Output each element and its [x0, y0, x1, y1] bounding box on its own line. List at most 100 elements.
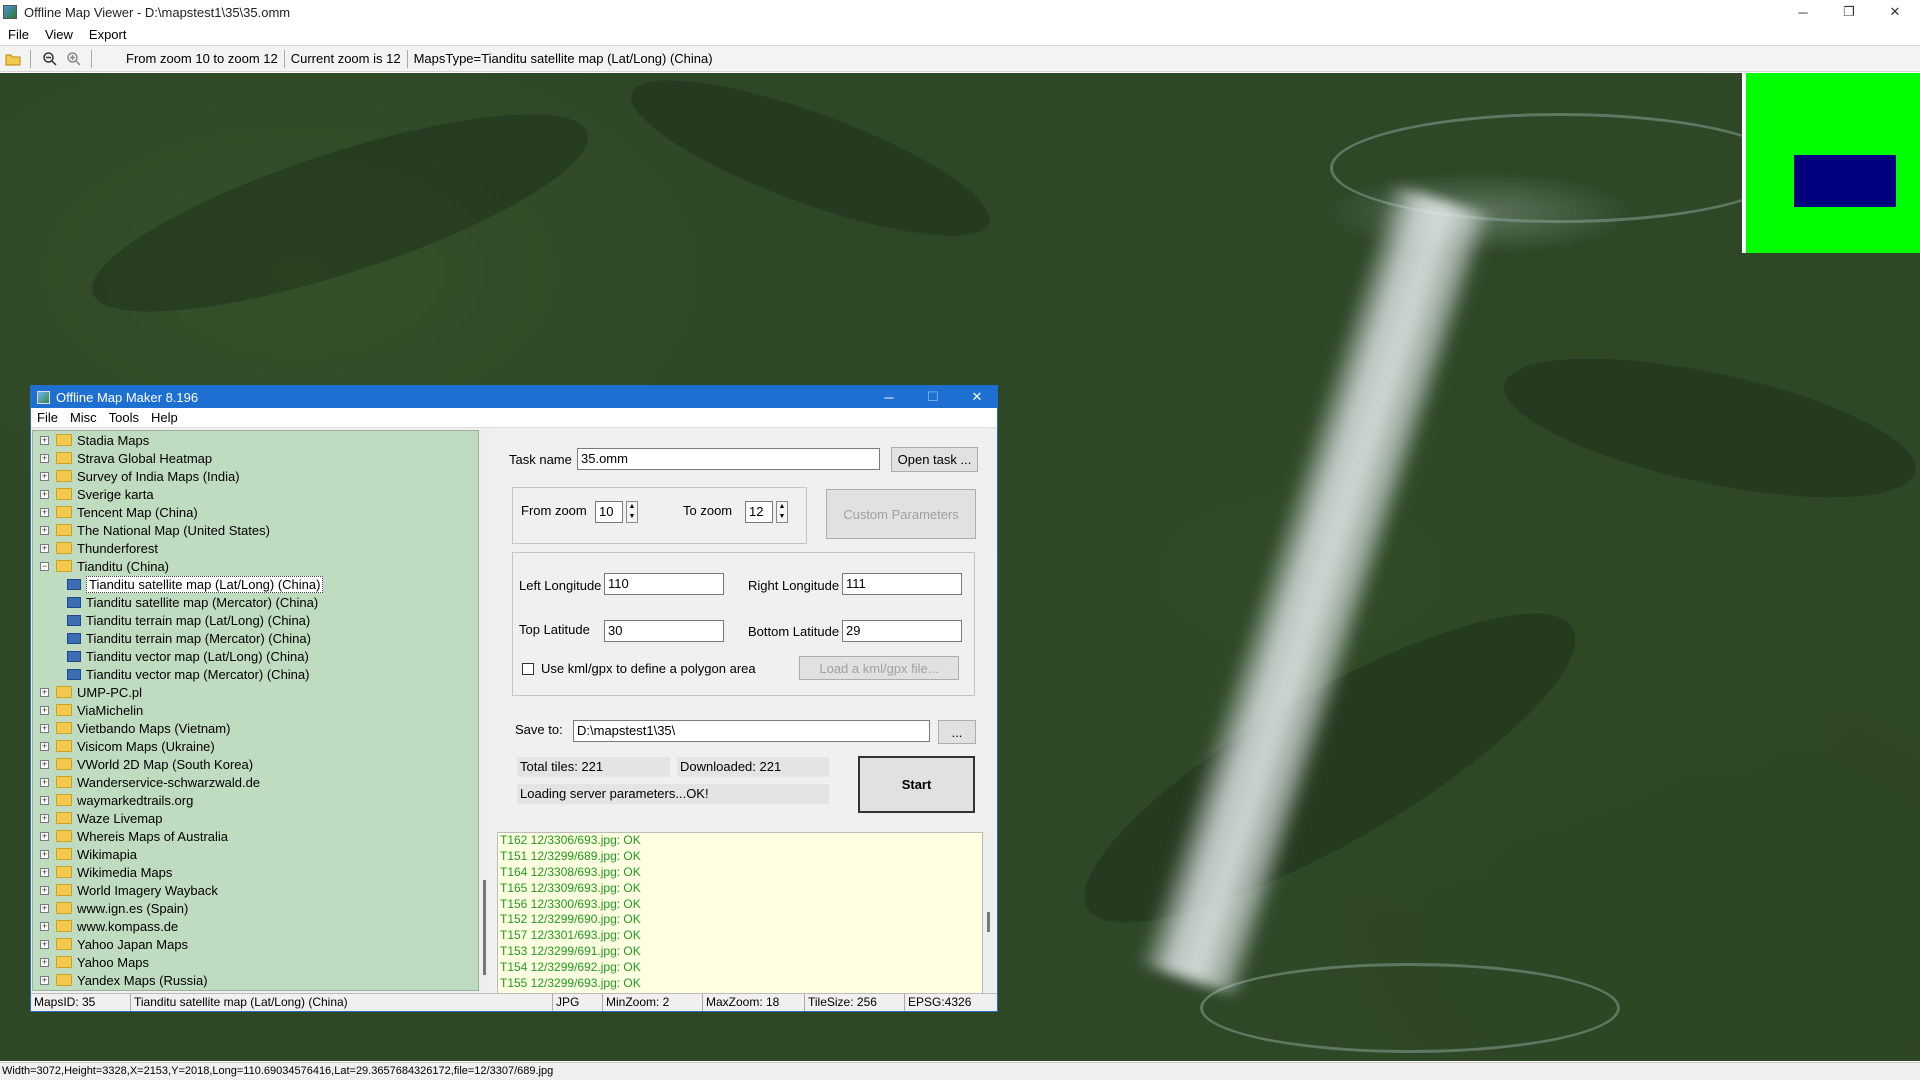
- tree-folder-item[interactable]: + Whereis Maps of Australia: [33, 827, 478, 845]
- tree-map-item[interactable]: Tianditu satellite map (Mercator) (China…: [33, 593, 478, 611]
- tree-map-item[interactable]: Tianditu satellite map (Lat/Long) (China…: [33, 575, 478, 593]
- folder-icon: [56, 956, 72, 968]
- map-source-tree[interactable]: + Stadia Maps + Strava Global Heatmap + Surve…: [32, 430, 479, 991]
- expand-icon[interactable]: +: [40, 741, 49, 751]
- terrain-ridge: [1493, 330, 1920, 526]
- save-to-input[interactable]: D:\mapstest1\35\: [573, 720, 930, 742]
- tree-folder-item[interactable]: + Yahoo Japan Maps: [33, 935, 478, 953]
- tree-folder-item[interactable]: + UMP-PC.pl: [33, 683, 478, 701]
- dialog-menu-file[interactable]: File: [31, 410, 64, 425]
- restore-button[interactable]: ❐: [1826, 0, 1872, 24]
- tree-map-item[interactable]: Tianditu terrain map (Mercator) (China): [33, 629, 478, 647]
- expand-icon[interactable]: +: [40, 687, 49, 697]
- to-zoom-stepper[interactable]: ▲ ▼: [776, 501, 788, 523]
- tree-folder-item[interactable]: + waymarkedtrails.org: [33, 791, 478, 809]
- tree-folder-item[interactable]: + Tencent Map (China): [33, 503, 478, 521]
- dialog-menu-help[interactable]: Help: [145, 410, 184, 425]
- dialog-menu-misc[interactable]: Misc: [64, 410, 103, 425]
- left-longitude-label: Left Longitude: [519, 578, 602, 593]
- expand-icon[interactable]: +: [40, 705, 49, 715]
- left-longitude-input[interactable]: 110: [604, 573, 724, 595]
- tree-folder-item[interactable]: + Strava Global Heatmap: [33, 449, 478, 467]
- expand-icon[interactable]: +: [40, 939, 49, 949]
- download-log[interactable]: T162 12/3306/693.jpg: OK T151 12/3299/689…: [497, 832, 983, 994]
- tree-map-item[interactable]: Tianditu terrain map (Lat/Long) (China): [33, 611, 478, 629]
- expand-icon[interactable]: +: [40, 975, 49, 985]
- dialog-menu-tools[interactable]: Tools: [103, 410, 145, 425]
- overview-viewport[interactable]: [1794, 155, 1896, 207]
- from-zoom-input[interactable]: 10: [595, 501, 623, 523]
- open-task-button[interactable]: Open task ...: [891, 447, 978, 472]
- tree-folder-item[interactable]: + Stadia Maps: [33, 431, 478, 449]
- log-scrollbar[interactable]: [983, 832, 995, 994]
- bottom-latitude-input[interactable]: 29: [842, 620, 962, 642]
- max-zoom-status: MaxZoom: 18: [703, 994, 805, 1011]
- top-latitude-input[interactable]: 30: [604, 620, 724, 642]
- menu-export[interactable]: Export: [81, 27, 135, 42]
- expand-icon[interactable]: +: [40, 885, 49, 895]
- start-button[interactable]: Start: [858, 756, 975, 813]
- expand-icon[interactable]: +: [40, 957, 49, 967]
- tree-folder-item[interactable]: − Tianditu (China): [33, 557, 478, 575]
- expand-icon[interactable]: +: [40, 777, 49, 787]
- expand-icon[interactable]: +: [40, 903, 49, 913]
- scroll-thumb[interactable]: [483, 880, 486, 975]
- expand-icon[interactable]: +: [40, 759, 49, 769]
- tree-folder-item[interactable]: + Yandex Maps (Russia): [33, 971, 478, 989]
- tree-folder-item[interactable]: + VWorld 2D Map (South Korea): [33, 755, 478, 773]
- tree-folder-item[interactable]: + The National Map (United States): [33, 521, 478, 539]
- tree-map-item[interactable]: Tianditu vector map (Lat/Long) (China): [33, 647, 478, 665]
- overview-minimap[interactable]: [1742, 73, 1920, 253]
- folder-icon: [56, 866, 72, 878]
- expand-icon[interactable]: +: [40, 489, 49, 499]
- tree-folder-item[interactable]: + Vietbando Maps (Vietnam): [33, 719, 478, 737]
- tree-folder-item[interactable]: + Wikimapia: [33, 845, 478, 863]
- expand-icon[interactable]: +: [40, 453, 49, 463]
- expand-icon[interactable]: +: [40, 813, 49, 823]
- minimize-button[interactable]: ─: [1780, 0, 1826, 24]
- right-longitude-input[interactable]: 111: [842, 573, 962, 595]
- dialog-minimize-button[interactable]: ─: [867, 386, 911, 408]
- expand-icon[interactable]: +: [40, 831, 49, 841]
- close-button[interactable]: ✕: [1872, 0, 1918, 24]
- expand-icon[interactable]: +: [40, 921, 49, 931]
- tree-folder-item[interactable]: + Waze Livemap: [33, 809, 478, 827]
- zoom-out-icon[interactable]: [39, 48, 61, 70]
- tree-folder-item[interactable]: + World Imagery Wayback: [33, 881, 478, 899]
- expand-icon[interactable]: +: [40, 471, 49, 481]
- collapse-icon[interactable]: −: [40, 561, 49, 571]
- expand-icon[interactable]: +: [40, 435, 49, 445]
- tree-map-item[interactable]: Tianditu vector map (Mercator) (China): [33, 665, 478, 683]
- task-name-input[interactable]: 35.omm: [577, 448, 880, 470]
- to-zoom-input[interactable]: 12: [745, 501, 773, 523]
- zoom-in-icon[interactable]: [63, 48, 85, 70]
- from-zoom-stepper[interactable]: ▲ ▼: [626, 501, 638, 523]
- dialog-close-button[interactable]: ✕: [955, 386, 999, 408]
- tree-folder-item[interactable]: + Yahoo Maps: [33, 953, 478, 971]
- tree-folder-item[interactable]: + ViaMichelin: [33, 701, 478, 719]
- tree-scrollbar[interactable]: [479, 430, 491, 991]
- scroll-thumb[interactable]: [987, 912, 990, 932]
- tree-folder-item[interactable]: + Visicom Maps (Ukraine): [33, 737, 478, 755]
- tree-item-label: Waze Livemap: [77, 810, 163, 826]
- open-folder-icon[interactable]: [2, 48, 24, 70]
- expand-icon[interactable]: +: [40, 543, 49, 553]
- tree-folder-item[interactable]: + Wanderservice-schwarzwald.de: [33, 773, 478, 791]
- expand-icon[interactable]: +: [40, 723, 49, 733]
- tree-folder-item[interactable]: + Thunderforest: [33, 539, 478, 557]
- expand-icon[interactable]: +: [40, 795, 49, 805]
- tree-folder-item[interactable]: + Wikimedia Maps: [33, 863, 478, 881]
- tree-folder-item[interactable]: + www.ign.es (Spain): [33, 899, 478, 917]
- tree-folder-item[interactable]: + www.kompass.de: [33, 917, 478, 935]
- use-kml-checkbox[interactable]: [522, 663, 534, 675]
- expand-icon[interactable]: +: [40, 507, 49, 517]
- expand-icon[interactable]: +: [40, 849, 49, 859]
- expand-icon[interactable]: +: [40, 867, 49, 877]
- menu-file[interactable]: File: [0, 27, 37, 42]
- browse-button[interactable]: ...: [938, 720, 976, 744]
- expand-icon[interactable]: +: [40, 525, 49, 535]
- tree-folder-item[interactable]: + Sverige karta: [33, 485, 478, 503]
- tree-folder-item[interactable]: + Survey of India Maps (India): [33, 467, 478, 485]
- menu-view[interactable]: View: [37, 27, 81, 42]
- log-line: T157 12/3301/693.jpg: OK: [500, 928, 641, 943]
